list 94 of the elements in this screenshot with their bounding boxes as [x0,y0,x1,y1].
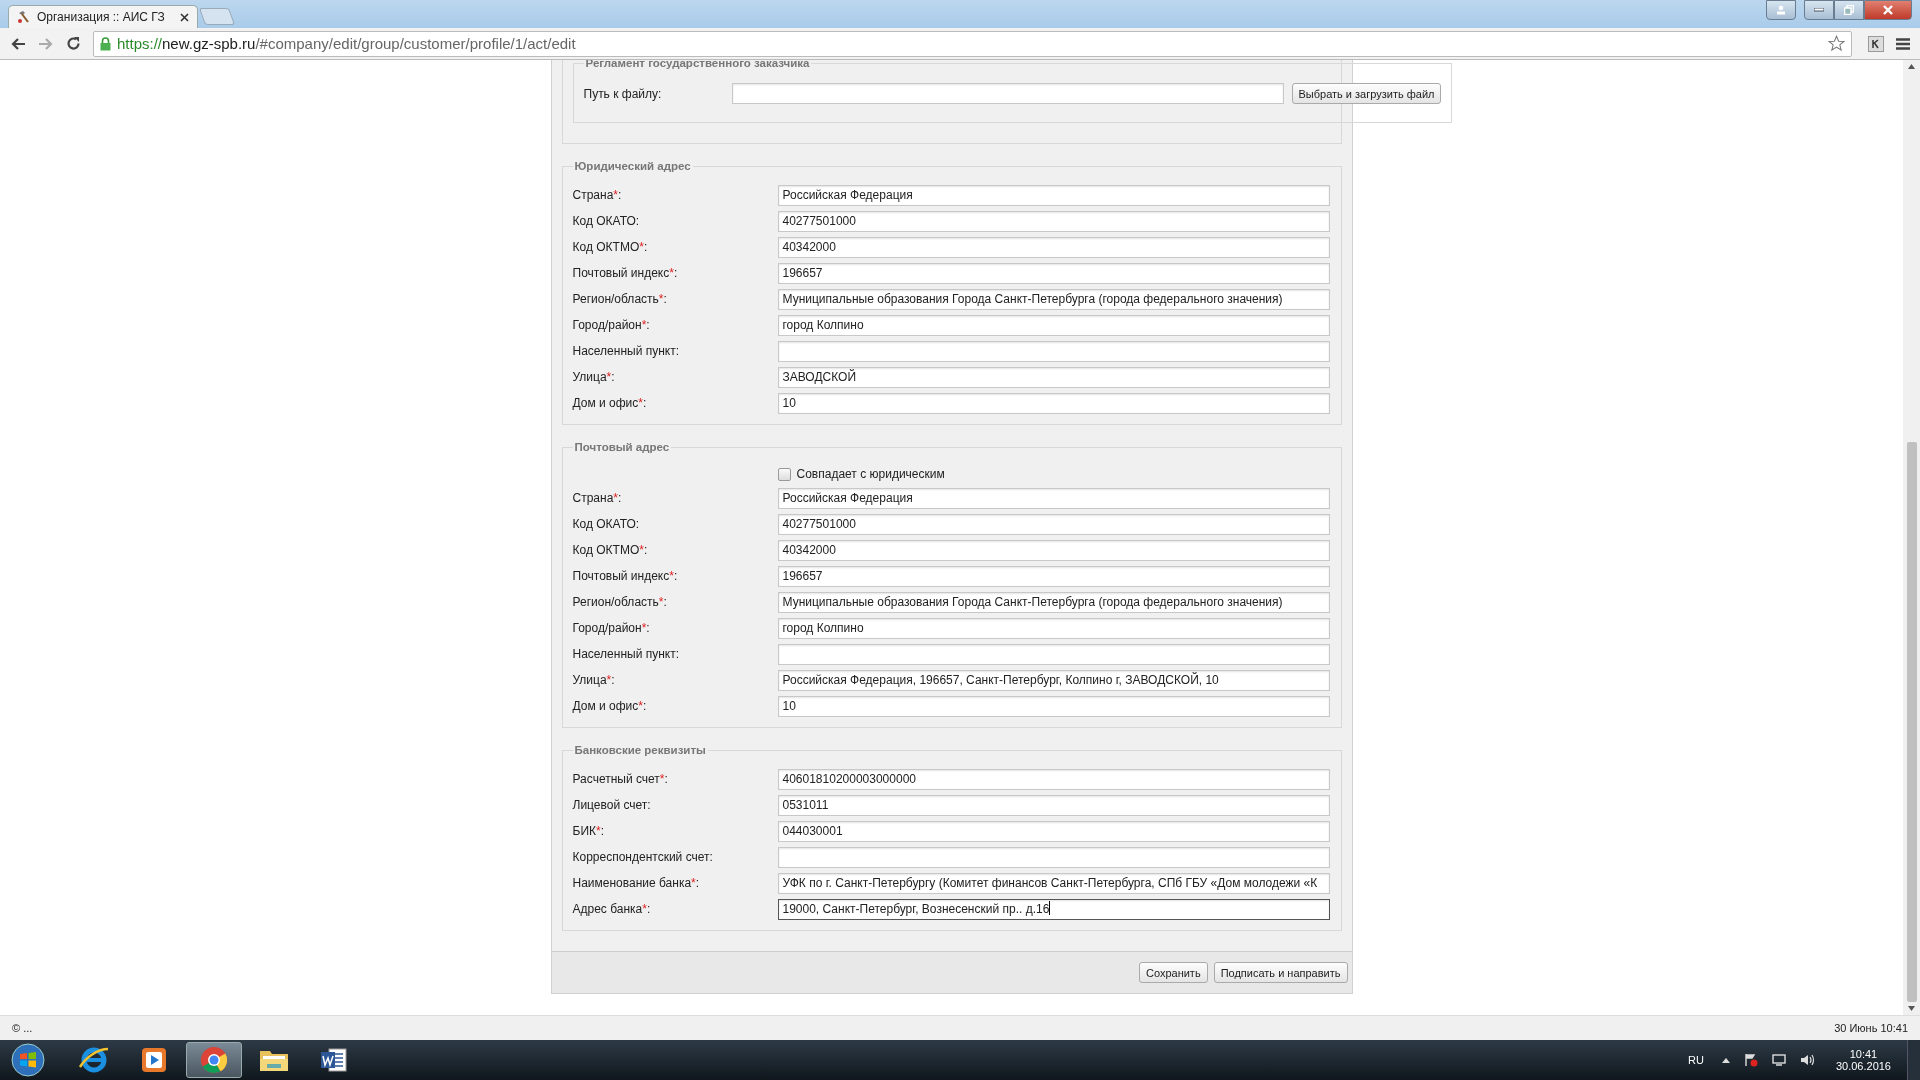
tray-arrow-icon[interactable] [1721,1057,1730,1063]
close-icon[interactable] [180,12,189,22]
scroll-up-icon[interactable] [1908,64,1915,69]
field-label: Расчетный счет*: [572,772,669,786]
field-label: Код ОКТМО*: [572,240,649,254]
input-field[interactable]: 044030001 [777,820,1330,842]
input-field[interactable]: 40277501000 [777,513,1330,535]
field-label: Город/район*: [572,621,651,635]
status-datetime: 30 Июнь 10:41 [1834,1022,1908,1034]
input-field[interactable]: город Колпино [777,314,1330,336]
field-label: Наименование банка*: [572,876,701,890]
field-label: Код ОКАТО: [572,517,641,531]
field-label: Лицевой счет: [572,798,652,812]
field-label: Почтовый индекс*: [572,569,679,583]
close-icon [1882,5,1894,15]
flag-icon[interactable] [1743,1053,1758,1067]
field-label: Адрес банка*: [572,902,652,916]
menu-icon[interactable] [1896,37,1910,50]
section-legend: Банковские реквизиты [572,744,708,756]
user-button[interactable] [1766,0,1796,20]
minimize-button[interactable] [1804,0,1834,20]
field-label: БИК*: [572,824,605,838]
text-cursor [1049,900,1051,915]
field-label: Почтовый индекс*: [572,266,679,280]
hammer-icon [17,10,31,24]
scroll-down-icon[interactable] [1908,1006,1915,1011]
input-field[interactable]: 19000, Санкт-Петербург, Вознесенский пр.. д.16 [777,898,1330,920]
field-label: Страна*: [572,188,623,202]
scrollbar[interactable] [1903,60,1920,1015]
field-label: Улица*: [572,673,616,687]
lock-icon [100,36,111,51]
input-field[interactable]: 0531011 [777,794,1330,816]
input-field[interactable]: Муниципальные образования Города Санкт-Петербурга (города федерального значения) [777,288,1330,310]
field-label: Код ОКТМО*: [572,543,649,557]
field-label: Населенный пункт: [572,344,681,358]
browser-icon [199,1045,229,1075]
input-field[interactable]: 40342000 [777,236,1330,258]
globe-e-icon [78,1045,110,1075]
input-field[interactable]: 196657 [777,262,1330,284]
input-field[interactable] [777,643,1330,665]
input-field[interactable]: ЗАВОДСКОЙ [777,366,1330,388]
input-field[interactable] [777,340,1330,362]
start-button[interactable] [8,1043,48,1077]
reload-icon[interactable] [66,36,81,51]
input-field[interactable]: Российская Федерация [777,487,1330,509]
network-icon[interactable] [1771,1053,1786,1067]
input-field[interactable]: 10 [777,695,1330,717]
save-button[interactable]: Сохранить [1138,962,1208,983]
field-label: Дом и офис*: [572,396,648,410]
input-field[interactable]: город Колпино [777,617,1330,639]
upload-button[interactable]: Выбрать и загрузить файл [1291,83,1442,104]
checkbox-label: Совпадает с юридическим [796,467,945,481]
field-label: Населенный пункт: [572,647,681,661]
volume-icon[interactable] [1799,1053,1816,1067]
field-label: Регион/область*: [572,292,668,306]
input-field[interactable]: Российская Федерация [777,184,1330,206]
address-field[interactable]: https://new.gz-spb.ru/#company/edit/group/customer/profile/1/act/edit [93,30,1852,57]
section-legend: Юридический адрес [572,160,693,172]
input-field[interactable]: 196657 [777,565,1330,587]
sign-send-button[interactable]: Подписать и направить [1213,962,1348,983]
document-icon [319,1046,349,1074]
field-label: Код ОКАТО: [572,214,641,228]
taskbar-clock[interactable]: 10:41 30.06.2016 [1835,1048,1891,1072]
field-label: Дом и офис*: [572,699,648,713]
section-legend: Почтовый адрес [572,441,672,453]
person-icon [1776,5,1786,15]
language-indicator[interactable]: RU [1688,1054,1704,1066]
input-field[interactable]: 40601810200003000000 [777,768,1330,790]
field-label: Улица*: [572,370,616,384]
field-label: Путь к файлу: [583,86,663,101]
field-label: Город/район*: [572,318,651,332]
input-field[interactable]: УФК по г. Санкт-Петербургу (Комитет финансов Санкт-Петербурга, СПб ГБУ «Дом молодежи «К [777,872,1330,894]
play-icon [140,1046,168,1074]
minimize-icon [1814,8,1824,12]
restore-icon [1844,5,1854,15]
status-text: © ... [12,1022,33,1034]
input-field[interactable]: Муниципальные образования Города Санкт-Петербурга (города федерального значения) [777,591,1330,613]
input-field[interactable]: 40342000 [777,539,1330,561]
extension-icon[interactable] [1868,35,1884,52]
file-path-field[interactable] [731,83,1284,104]
windows-logo-icon [11,1043,45,1077]
browser-tab[interactable]: Организация :: АИС ГЗ [8,5,198,28]
input-field[interactable] [777,846,1330,868]
star-icon[interactable] [1828,35,1845,52]
input-field[interactable]: 40277501000 [777,210,1330,232]
close-button[interactable] [1864,0,1912,20]
input-field[interactable]: 10 [777,392,1330,414]
field-label: Регион/область*: [572,595,668,609]
restore-button[interactable] [1834,0,1864,20]
input-field[interactable]: Российская Федерация, 196657, Санкт-Петербург, Колпино г, ЗАВОДСКОЙ, 10 [777,669,1330,691]
back-icon[interactable] [10,36,26,51]
field-label: Корреспондентский счет: [572,850,714,864]
field-label: Страна*: [572,491,623,505]
checkbox[interactable] [777,467,791,481]
